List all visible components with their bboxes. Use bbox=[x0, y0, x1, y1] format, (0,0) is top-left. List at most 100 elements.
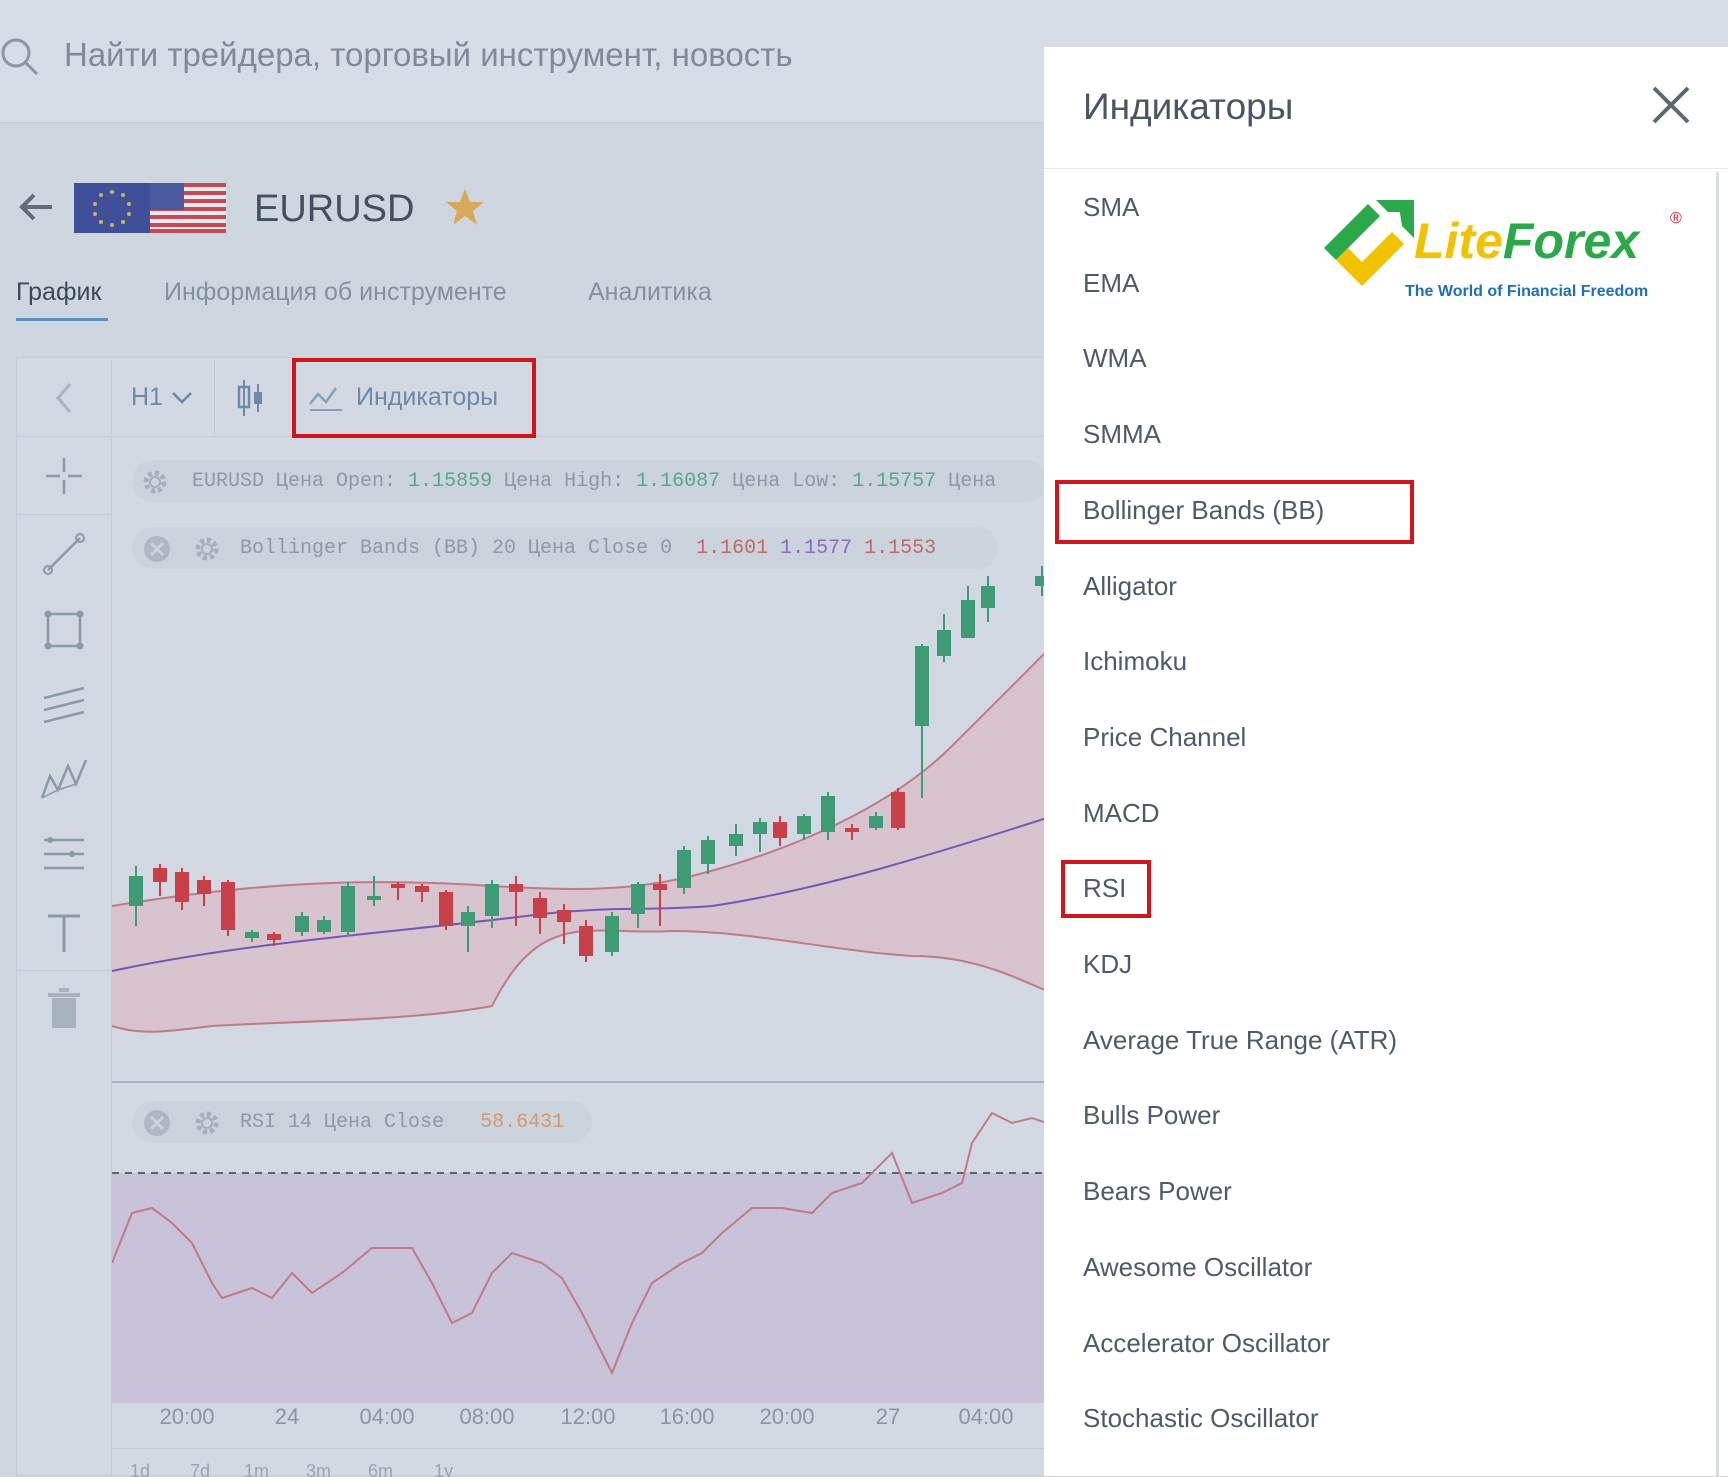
candle-up bbox=[821, 796, 835, 832]
liteforex-wordmark: LiteForex bbox=[1414, 216, 1639, 266]
indicator-item[interactable]: WMA bbox=[1083, 343, 1147, 374]
toolbar-separator bbox=[111, 360, 112, 434]
panel-scrollbar[interactable] bbox=[1716, 172, 1719, 1476]
candle-down bbox=[221, 882, 235, 930]
search-input[interactable]: Найти трейдера, торговый инструмент, нов… bbox=[64, 36, 793, 74]
tab-chart[interactable]: График bbox=[16, 278, 101, 307]
period-6m[interactable]: 6m bbox=[368, 1461, 393, 1477]
indicators-icon[interactable] bbox=[308, 384, 344, 412]
back-arrow-icon[interactable] bbox=[16, 187, 56, 227]
period-3m[interactable]: 3m bbox=[306, 1461, 331, 1477]
indicator-item[interactable]: Alligator bbox=[1083, 571, 1177, 602]
trash-icon[interactable] bbox=[36, 982, 92, 1038]
favorite-star-icon[interactable] bbox=[444, 186, 486, 228]
candle-up bbox=[631, 884, 645, 914]
settings-gear-icon[interactable] bbox=[192, 1108, 222, 1138]
time-axis-label: 24 bbox=[274, 1404, 300, 1429]
candle-down bbox=[391, 884, 405, 888]
remove-indicator-icon[interactable] bbox=[142, 1108, 172, 1138]
time-axis-label: 12:00 bbox=[560, 1404, 616, 1429]
bb-lower-value: 1.1553 bbox=[864, 537, 937, 560]
liteforex-tagline: The World of Financial Freedom bbox=[1405, 283, 1649, 300]
remove-indicator-icon[interactable] bbox=[142, 534, 172, 564]
toolbar-separator bbox=[214, 360, 215, 434]
close-icon[interactable] bbox=[1648, 82, 1694, 128]
tools-divider bbox=[17, 970, 111, 971]
candle-up bbox=[367, 896, 381, 900]
bollinger-highlight-box bbox=[1055, 480, 1414, 544]
rsi-value: 58.6431 bbox=[480, 1111, 565, 1134]
candle-down bbox=[557, 910, 571, 922]
brand-forex: Forex bbox=[1502, 213, 1640, 269]
candle-up bbox=[729, 834, 743, 846]
instrument-symbol: EURUSD bbox=[254, 188, 415, 230]
chevron-down-icon[interactable] bbox=[170, 388, 194, 408]
bb-middle-value: 1.1577 bbox=[780, 537, 853, 560]
indicator-item[interactable]: EMA bbox=[1083, 268, 1139, 299]
text-tool-icon[interactable] bbox=[36, 904, 92, 960]
candle-up bbox=[605, 916, 619, 952]
period-selector: 1d 7d 1m 3m 6m 1y bbox=[112, 1448, 1047, 1477]
period-7d[interactable]: 7d bbox=[190, 1461, 210, 1477]
fibonacci-tool-icon[interactable] bbox=[36, 826, 92, 882]
eur-usd-flag-icon bbox=[74, 183, 226, 233]
settings-gear-icon[interactable] bbox=[140, 467, 170, 497]
candle-down bbox=[267, 934, 281, 940]
indicator-item[interactable]: Awesome Oscillator bbox=[1083, 1252, 1312, 1283]
period-1m[interactable]: 1m bbox=[244, 1461, 269, 1477]
info-symbol: EURUSD bbox=[192, 470, 265, 493]
candle-up bbox=[797, 816, 811, 834]
indicator-item[interactable]: Price Channel bbox=[1083, 722, 1246, 753]
crosshair-icon[interactable] bbox=[36, 448, 92, 504]
candle-down bbox=[415, 886, 429, 892]
time-axis-label: 08:00 bbox=[459, 1404, 515, 1429]
rectangle-tool-icon[interactable] bbox=[36, 602, 92, 658]
indicator-item[interactable]: Bears Power bbox=[1083, 1176, 1232, 1207]
candle-up bbox=[461, 912, 475, 926]
parallel-channel-icon[interactable] bbox=[36, 676, 92, 732]
period-1y[interactable]: 1y bbox=[434, 1461, 453, 1477]
indicator-item[interactable]: KDJ bbox=[1083, 949, 1132, 980]
candle-down bbox=[533, 898, 547, 918]
low-value: 1.15757 bbox=[852, 470, 937, 493]
candle-type-icon[interactable] bbox=[236, 378, 266, 418]
time-axis-label: 04:00 bbox=[958, 1404, 1014, 1429]
candle-down bbox=[439, 892, 453, 926]
candle-down bbox=[773, 822, 787, 838]
search-icon[interactable] bbox=[0, 36, 40, 76]
indicator-item[interactable]: SMMA bbox=[1083, 419, 1161, 450]
collapse-left-icon[interactable] bbox=[50, 380, 80, 416]
tab-analytics[interactable]: Аналитика bbox=[588, 278, 712, 307]
candle-down bbox=[845, 828, 859, 832]
indicator-item[interactable]: Bulls Power bbox=[1083, 1100, 1220, 1131]
candle-down bbox=[653, 884, 667, 890]
brand-lite: Lite bbox=[1414, 213, 1503, 269]
high-label: Цена High: bbox=[504, 470, 625, 493]
pattern-tool-icon[interactable] bbox=[36, 750, 92, 806]
timeframe-select[interactable]: H1 bbox=[131, 383, 163, 412]
indicator-item[interactable]: Ichimoku bbox=[1083, 646, 1187, 677]
time-axis-label: 20:00 bbox=[159, 1404, 215, 1429]
bb-label: Bollinger Bands (BB) 20 Цена Close 0 bbox=[240, 537, 673, 560]
trend-line-icon[interactable] bbox=[36, 526, 92, 582]
indicator-item[interactable]: SMA bbox=[1083, 192, 1139, 223]
candle-down bbox=[197, 880, 211, 894]
time-axis-label: 16:00 bbox=[659, 1404, 715, 1429]
tools-divider bbox=[17, 514, 111, 515]
time-axis-label: 20:00 bbox=[759, 1404, 815, 1429]
rsi-label: RSI 14 Цена Close bbox=[240, 1111, 445, 1134]
candle-down bbox=[509, 884, 523, 892]
period-1d[interactable]: 1d bbox=[130, 1461, 150, 1477]
indicator-item[interactable]: Stochastic Oscillator bbox=[1083, 1403, 1319, 1434]
indicator-item[interactable]: MACD bbox=[1083, 798, 1160, 829]
indicator-item[interactable]: Average True Range (ATR) bbox=[1083, 1025, 1397, 1056]
open-value: 1.15859 bbox=[408, 470, 493, 493]
candle-up bbox=[869, 816, 883, 828]
indicator-item[interactable]: Accelerator Oscillator bbox=[1083, 1328, 1330, 1359]
time-axis: 20:00 24 04:00 08:00 12:00 16:00 20:00 2… bbox=[112, 1404, 1047, 1444]
indicators-button[interactable]: Индикаторы bbox=[356, 383, 498, 412]
candle-up bbox=[701, 840, 715, 864]
candle-up bbox=[295, 916, 309, 932]
tab-instrument-info[interactable]: Информация об инструменте bbox=[164, 278, 507, 307]
settings-gear-icon[interactable] bbox=[192, 534, 222, 564]
